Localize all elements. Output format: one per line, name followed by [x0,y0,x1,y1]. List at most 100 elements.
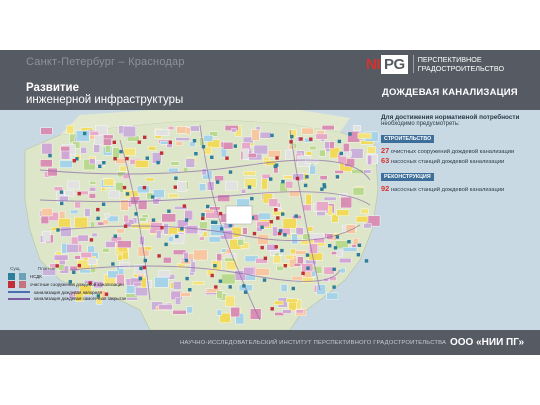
urban-block [282,218,297,229]
urban-block [40,215,49,224]
urban-block [286,298,298,303]
urban-block [273,255,282,264]
construction-count: 63 [381,156,390,165]
urban-block [119,165,128,172]
pump-station-marker [56,228,60,232]
footer-band: НАУЧНО-ИССЛЕДОВАТЕЛЬСКИЙ ИНСТИТУТ ПЕРСПЕ… [0,330,540,355]
urban-block [42,231,51,242]
urban-block [69,209,79,214]
urban-block [154,277,169,288]
slide-heading-sub: инженерной инфраструктуры [26,94,184,106]
urban-block [293,263,301,267]
urban-block [225,253,237,259]
pump-station-marker [113,234,117,238]
pump-station-marker [102,161,106,165]
urban-block [97,221,105,226]
urban-block [282,309,292,314]
reconstruction-text: насосных станций дождевой канализации [390,187,505,193]
urban-block [108,190,121,199]
pump-station-marker [59,190,64,194]
urban-block [258,212,271,220]
treatment-facility-marker [260,245,264,250]
urban-block [71,236,79,245]
pump-station-marker [337,139,342,144]
urban-block [316,284,326,295]
urban-block [89,134,95,140]
pump-station-marker [233,144,237,148]
legend-swatch [19,272,26,280]
urban-block [214,175,224,182]
urban-block [112,147,120,159]
urban-block [316,201,329,212]
treatment-facility-marker [263,256,268,260]
logo-text: ПЕРСПЕКТИВНОЕ ГРАДОСТРОИТЕЛЬСТВО [412,55,504,73]
pump-station-marker [175,234,179,239]
urban-block [115,158,127,164]
urban-block [138,217,147,222]
urban-block [172,281,182,290]
pump-station-marker [260,225,264,229]
urban-block [217,194,231,202]
legend-label: канализация дождевая напорная [34,289,102,295]
urban-block [301,127,314,135]
urban-block [305,151,312,156]
urban-block [58,218,71,228]
urban-block [105,241,116,248]
urban-block [66,124,75,134]
urban-block [329,141,335,149]
urban-block [161,213,176,223]
pump-station-marker [364,259,369,263]
urban-block [363,223,372,229]
urban-block [295,250,307,255]
pump-station-marker [192,139,197,143]
urban-block [53,254,69,261]
urban-block [41,143,53,155]
urban-block [355,215,369,223]
treatment-facility-marker [201,216,205,220]
urban-block [221,248,227,253]
logo-mark-box: PG [381,54,408,74]
legend-label: очистные сооружения дождевой канализации [30,282,124,287]
treatment-facility-marker [142,265,147,270]
logo-mark-prefix: NI [366,55,381,73]
treatment-facility-marker [275,156,279,160]
urban-block [360,208,369,214]
treatment-facility-marker [142,185,147,190]
urban-block [242,148,249,160]
logo-mark: NI PG [366,54,408,74]
treatment-facility-marker [157,254,161,258]
urban-block [307,226,314,232]
urban-block [87,257,97,266]
info-panel: Для достижения нормативной потребности н… [381,114,531,193]
urban-block [88,193,96,199]
pump-station-marker [333,246,338,250]
treatment-facility-marker [77,192,81,196]
legend-swatch [8,272,15,280]
urban-block [53,186,63,192]
urban-block [285,254,294,260]
route-subtitle: Санкт-Петербург – Краснодар [26,56,185,68]
urban-block [67,180,80,190]
urban-block [102,248,110,253]
urban-block [290,248,296,255]
urban-block [148,146,157,151]
pump-station-marker [83,131,87,136]
urban-block [309,164,316,175]
urban-block [172,310,187,315]
pump-station-marker [151,218,156,222]
urban-block [105,145,111,153]
treatment-facility-marker [225,156,229,160]
urban-block [350,148,364,159]
urban-block [251,129,260,141]
info-heading: Для достижения нормативной потребности [381,114,520,121]
urban-block [295,309,304,314]
legend-col-planned: План-ие [37,266,56,271]
urban-block [285,180,294,189]
pump-station-marker [247,185,252,189]
urban-block [321,125,335,131]
urban-block [248,153,257,158]
pump-station-marker [335,175,340,179]
urban-block [122,126,136,138]
urban-block [175,297,181,305]
pump-station-marker [291,286,295,291]
